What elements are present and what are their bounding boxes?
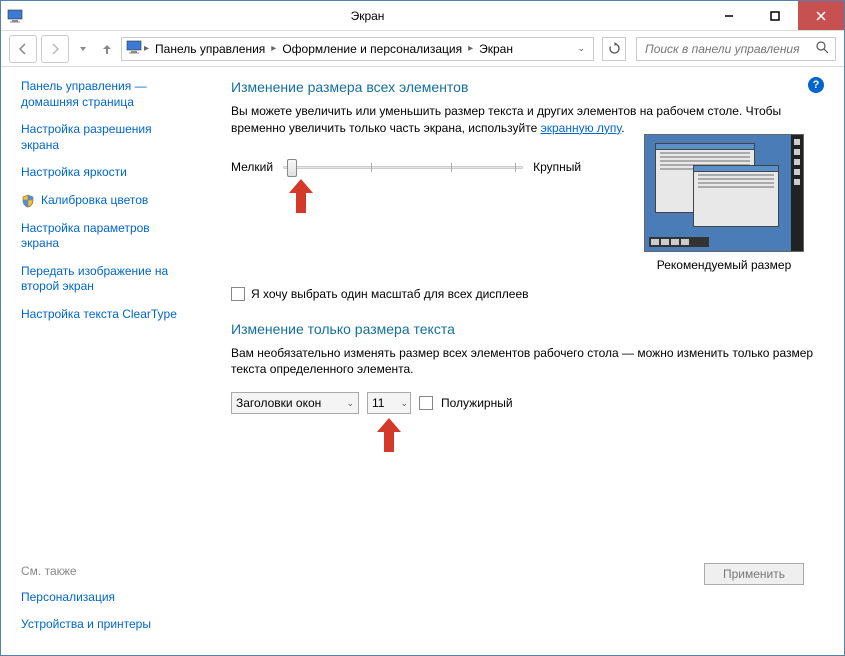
sidebar-display-settings-link[interactable]: Настройка параметров экрана [21,221,211,252]
main-content: Изменение размера всех элементов Вы може… [221,79,824,645]
breadcrumb-mid[interactable]: Оформление и персонализация [278,42,466,56]
sidebar-home-link[interactable]: Панель управления — домашняя страница [21,79,211,110]
refresh-button[interactable] [602,37,626,61]
forward-button[interactable] [41,35,69,63]
maximize-button[interactable] [752,1,798,30]
sidebar-cleartype-link[interactable]: Настройка текста ClearType [21,307,211,323]
preview-caption: Рекомендуемый размер [644,258,804,272]
window-title: Экран [29,9,706,23]
sidebar-home-line1: Панель управления — [21,79,147,93]
minimize-button[interactable] [706,1,752,30]
chevron-down-icon: ⌄ [400,398,408,409]
breadcrumb-leaf[interactable]: Экран [475,42,517,56]
shield-icon [21,194,35,208]
monitor-icon [126,40,142,57]
annotation-arrow-dropdown [375,418,403,450]
sidebar-resolution-link[interactable]: Настройка разрешения экрана [21,122,211,153]
sidebar-brightness-link[interactable]: Настройка яркости [21,165,211,181]
breadcrumb-root[interactable]: Панель управления [151,42,269,56]
see-also-label: См. также [21,564,211,578]
chevron-right-icon: ▸ [468,43,473,54]
recent-locations-button[interactable] [73,35,93,63]
chevron-down-icon: ⌄ [346,398,354,409]
apply-button[interactable]: Применить [704,563,804,585]
heading-text-only: Изменение только размера текста [231,321,824,337]
sidebar: Панель управления — домашняя страница На… [21,79,221,645]
navbar: ▸ Панель управления ▸ Оформление и персо… [1,31,844,67]
magnifier-link[interactable]: экранную лупу [541,121,622,135]
single-scale-label: Я хочу выбрать один масштаб для всех дис… [251,287,529,301]
slider-label-small: Мелкий [231,160,273,174]
breadcrumb-dropdown-icon[interactable]: ⌄ [577,43,589,54]
titlebar: Экран [1,1,844,31]
search-input[interactable] [643,41,816,57]
chevron-right-icon: ▸ [271,43,276,54]
back-button[interactable] [9,35,37,63]
bold-label: Полужирный [441,396,513,410]
preview-panel: Рекомендуемый размер [644,134,804,272]
sidebar-devices-link[interactable]: Устройства и принтеры [21,617,211,633]
up-button[interactable] [97,35,117,63]
intro-paragraph: Вы можете увеличить или уменьшить размер… [231,103,824,137]
slider-thumb[interactable] [287,159,297,177]
chevron-right-icon: ▸ [144,43,149,54]
close-button[interactable] [798,1,844,30]
annotation-arrow-slider [287,179,315,211]
preview-image [644,134,804,252]
slider-label-large: Крупный [533,160,581,174]
fontsize-dropdown[interactable]: 11 ⌄ [367,392,411,414]
element-dropdown[interactable]: Заголовки окон ⌄ [231,392,359,414]
heading-resize-all: Изменение размера всех элементов [231,79,824,95]
sidebar-home-line2: домашняя страница [21,95,134,109]
sidebar-personalization-link[interactable]: Персонализация [21,590,211,606]
scale-slider[interactable] [283,157,523,177]
bold-checkbox[interactable] [419,396,433,410]
text-only-paragraph: Вам необязательно изменять размер всех э… [231,345,824,379]
breadcrumb[interactable]: ▸ Панель управления ▸ Оформление и персо… [121,37,594,61]
single-scale-checkbox[interactable] [231,287,245,301]
sidebar-calibrate-link[interactable]: Калибровка цветов [21,193,211,209]
sidebar-project-link[interactable]: Передать изображение на второй экран [21,264,211,295]
search-box[interactable] [636,37,836,61]
app-icon [1,9,29,23]
search-icon [816,41,829,57]
